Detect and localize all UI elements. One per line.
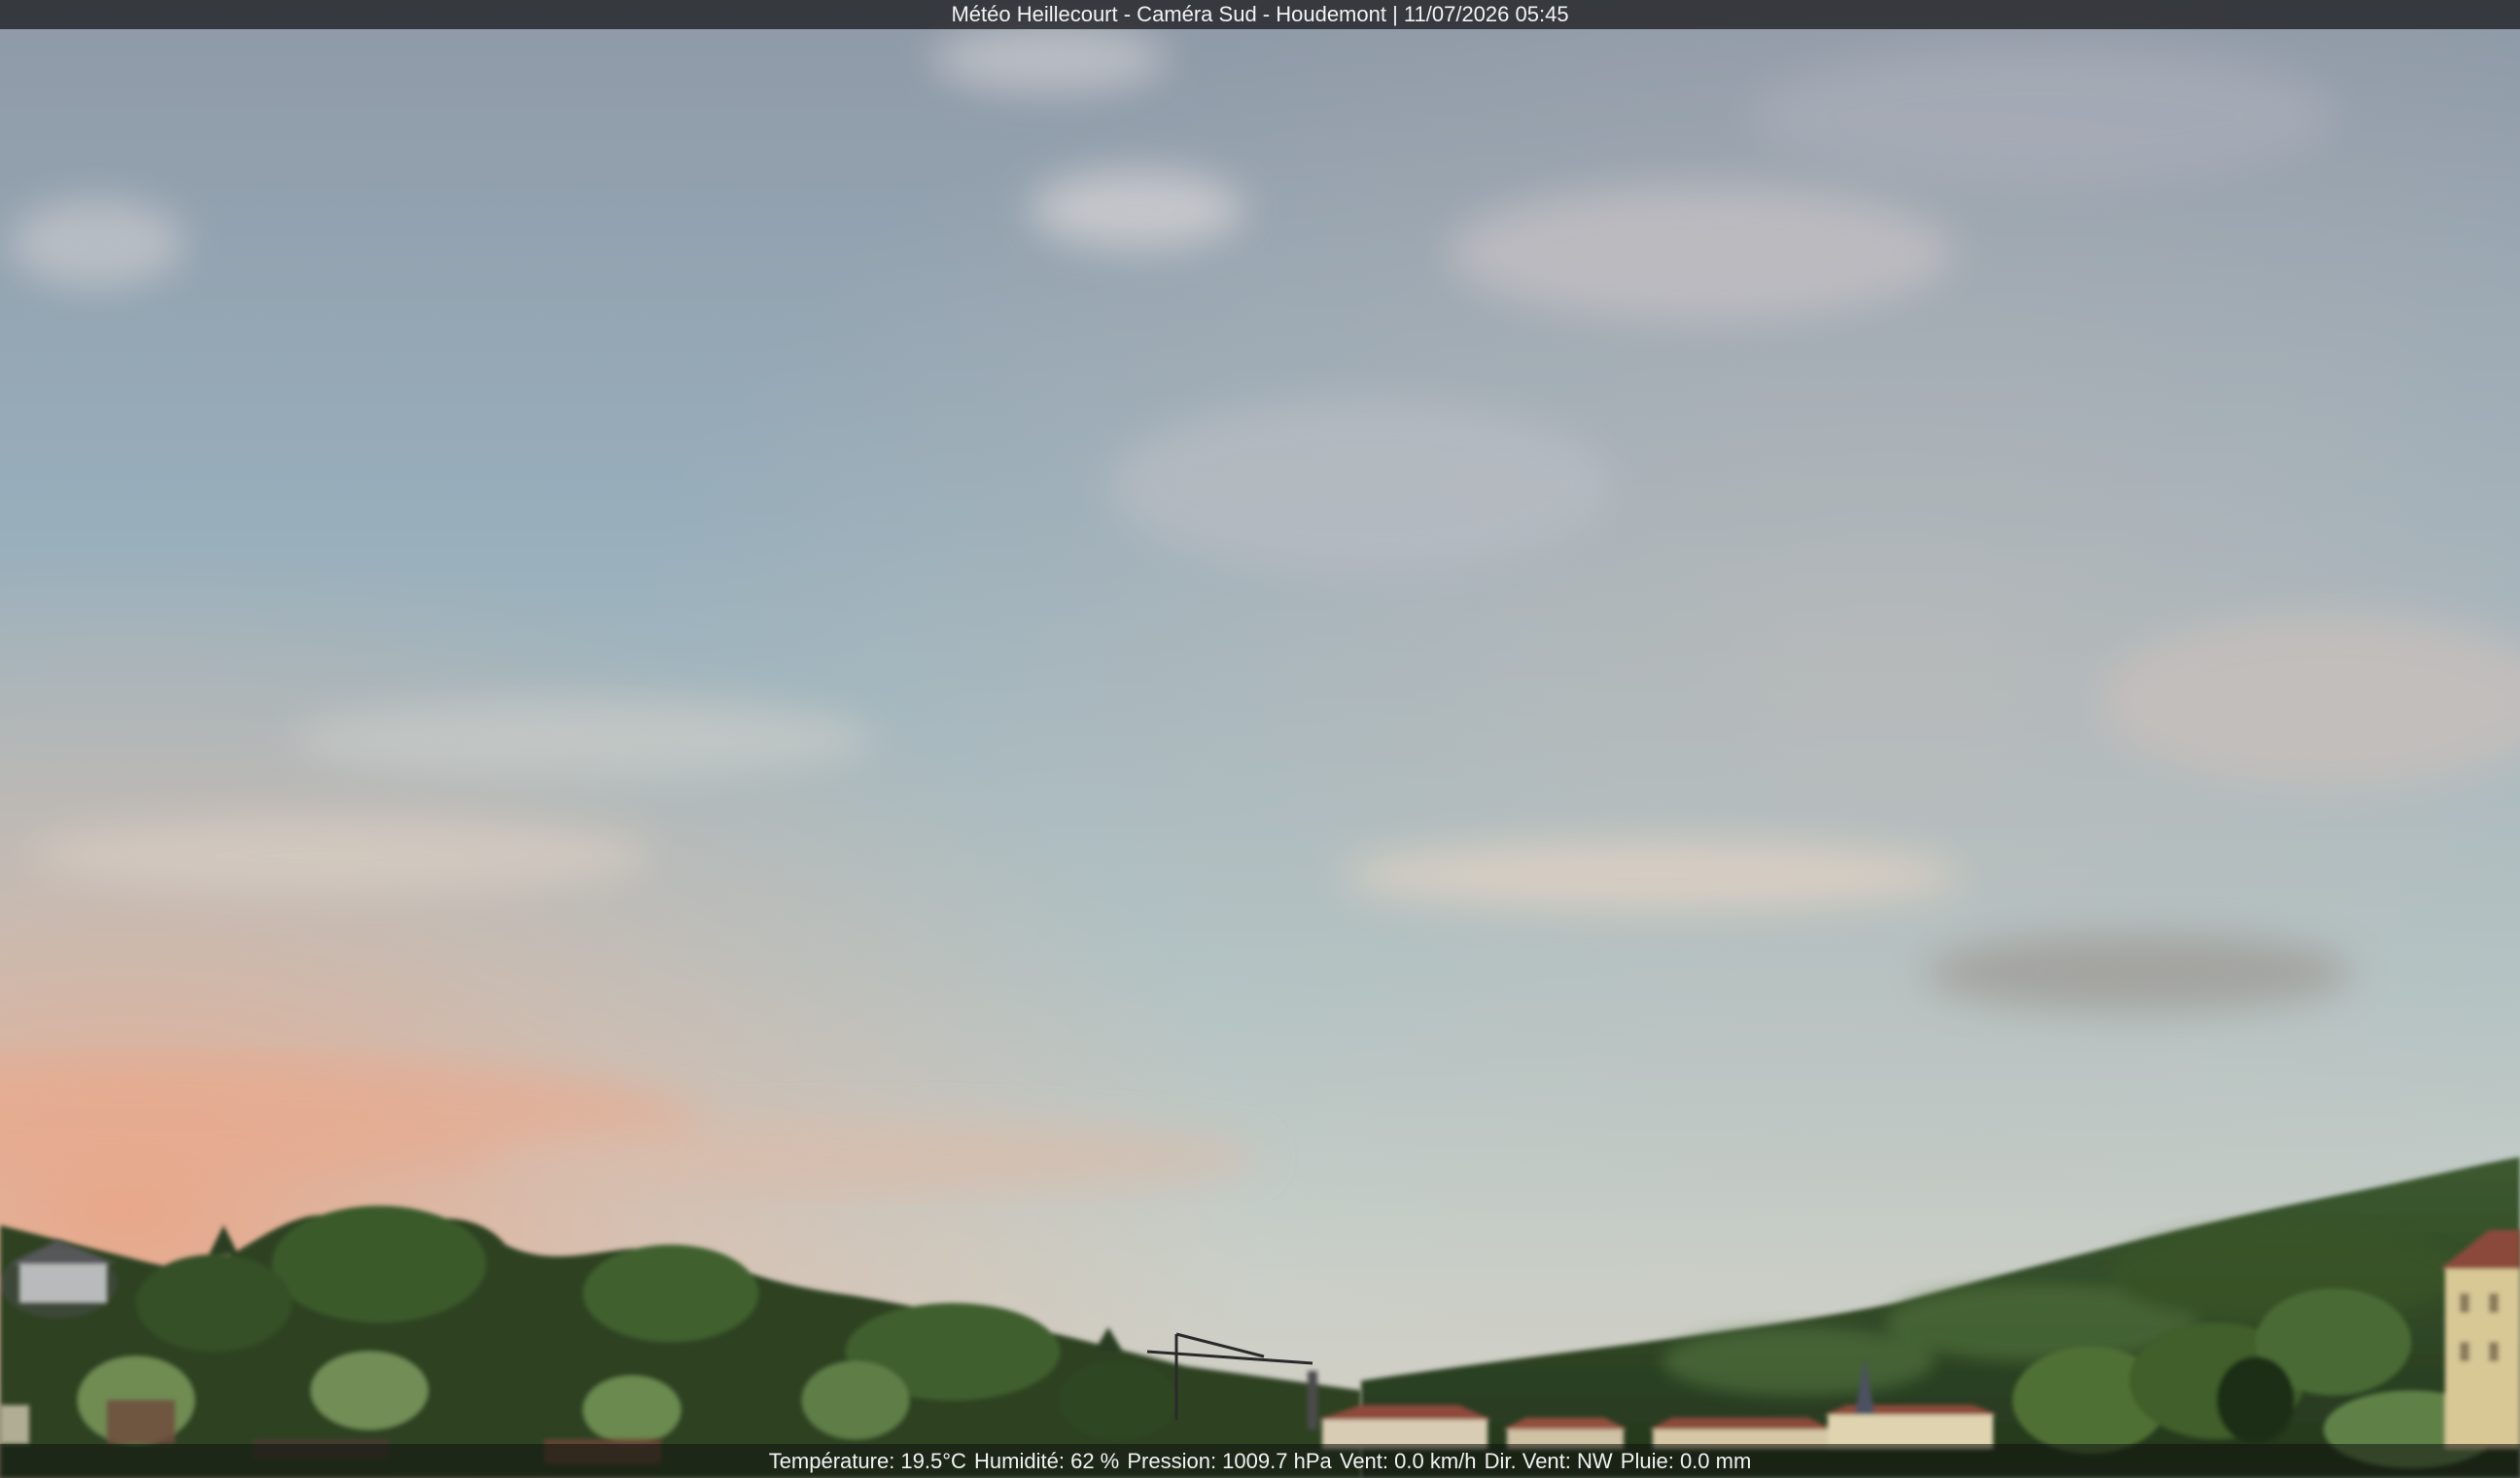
- wind-speed-readout: Vent: 0.0 km/h: [1339, 1449, 1477, 1473]
- humidity-readout: Humidité: 62 %: [974, 1449, 1120, 1473]
- webcam-title-bar: Météo Heillecourt - Caméra Sud - Houdemo…: [0, 0, 2520, 29]
- temperature-readout: Température: 19.5°C: [768, 1449, 966, 1473]
- rain-readout: Pluie: 0.0 mm: [1620, 1449, 1752, 1473]
- wind-direction-readout: Dir. Vent: NW: [1484, 1449, 1613, 1473]
- webcam-image: [0, 0, 2520, 1478]
- weather-readout-bar: Température: 19.5°C Humidité: 62 % Press…: [0, 1444, 2520, 1478]
- pressure-readout: Pression: 1009.7 hPa: [1127, 1449, 1332, 1473]
- webcam-title: Météo Heillecourt - Caméra Sud - Houdemo…: [951, 2, 1569, 26]
- webcam-frame: Météo Heillecourt - Caméra Sud - Houdemo…: [0, 0, 2520, 1478]
